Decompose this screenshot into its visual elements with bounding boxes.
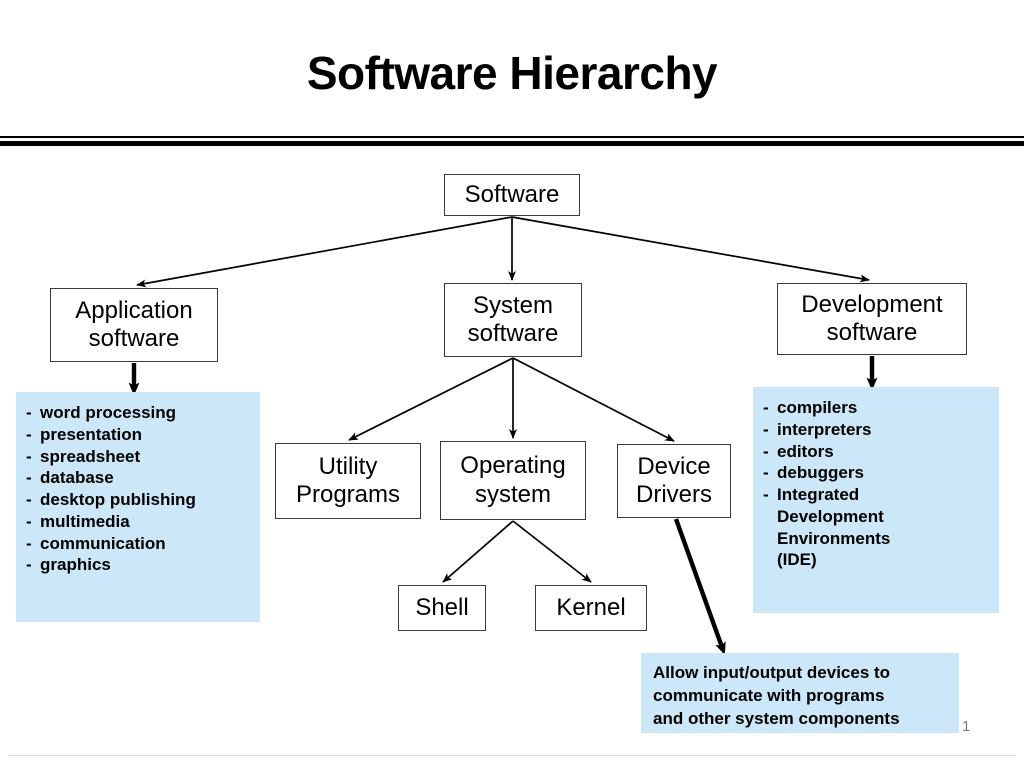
bullet-dash: - [763, 463, 769, 483]
node-utility-programs[interactable]: Utility Programs [275, 443, 421, 519]
bullet-dash: - [763, 485, 769, 504]
callout-list-item: - multimedia [26, 511, 252, 533]
callout-list-item: - interpreters [763, 419, 991, 441]
bullet-dash: - [26, 511, 32, 531]
callout-development-examples: - compilers - interpreters - editors - debugger… [753, 387, 999, 613]
callout-list-item: - debuggers [763, 462, 991, 484]
node-device-drivers[interactable]: Device Drivers [617, 444, 731, 518]
callout-list-item-label: word processing [40, 403, 177, 422]
edge-system-to-utility [348, 357, 514, 441]
note-line: Allow input/output devices to [653, 663, 891, 682]
callout-application-examples: - word processing - presentation - spreadshee… [16, 392, 260, 622]
callout-list-item: - compilers [763, 397, 991, 419]
callout-list-item-label: presentation [40, 424, 143, 444]
edge-operating-to-kernel [512, 520, 592, 583]
footer-divider [8, 755, 1016, 756]
bullet-dash: - [26, 403, 32, 422]
node-shell[interactable]: Shell [398, 585, 486, 631]
callout-list-item-label: spreadsheet [40, 446, 141, 466]
bullet-dash: - [26, 424, 32, 444]
node-software[interactable]: Software [444, 174, 580, 216]
callout-list-item: - presentation [26, 424, 252, 446]
bullet-dash: - [763, 419, 769, 439]
note-line: communicate with programs [653, 685, 885, 705]
edge-device-to-note [673, 518, 726, 656]
edge-system-to-device [512, 357, 675, 442]
callout-list-item-label: multimedia [40, 511, 130, 531]
callout-list-item-label: compilers [777, 398, 858, 417]
callout-list-item-label: editors [777, 441, 834, 461]
callout-device-drivers-note: Allow input/output devices to communicate… [641, 653, 959, 733]
node-system-software[interactable]: System software [444, 283, 582, 357]
callout-list-item: - word processing [26, 402, 252, 424]
node-operating-system[interactable]: Operating system [440, 441, 586, 520]
callout-list-item-label: Integrated Development Environments (IDE… [777, 485, 891, 570]
page-number: 1 [962, 718, 971, 735]
callout-list-item: - communication [26, 533, 252, 555]
bullet-dash: - [26, 533, 32, 553]
node-development-software[interactable]: Development software [777, 283, 967, 355]
bullet-dash: - [26, 555, 32, 575]
callout-list-item-label: desktop publishing [40, 490, 196, 509]
edge-operating-to-shell [442, 520, 514, 583]
callout-list-item-label: communication [40, 533, 166, 553]
bullet-dash: - [763, 441, 769, 461]
bullet-dash: - [26, 446, 32, 466]
node-kernel[interactable]: Kernel [535, 585, 647, 631]
callout-list-item-label: database [40, 468, 114, 488]
note-line: and other system components [653, 708, 900, 728]
edge-software-to-application [136, 216, 513, 288]
node-application-software[interactable]: Application software [50, 288, 218, 362]
bullet-dash: - [26, 468, 32, 488]
callout-list-item-label: graphics [40, 555, 111, 575]
callout-list-item: - editors [763, 441, 991, 463]
callout-list-item: - graphics [26, 554, 252, 576]
callout-list-item: - spreadsheet [26, 446, 252, 468]
callout-list-item-label: debuggers [777, 463, 864, 483]
callout-list-item: - Integrated Development Environments (ID… [763, 484, 991, 571]
callout-list-item: - desktop publishing [26, 489, 252, 511]
bullet-dash: - [26, 490, 32, 509]
callout-list-item-label: interpreters [777, 419, 872, 439]
callout-list-item: - database [26, 467, 252, 489]
edge-software-to-development [511, 216, 870, 283]
bullet-dash: - [763, 398, 769, 417]
